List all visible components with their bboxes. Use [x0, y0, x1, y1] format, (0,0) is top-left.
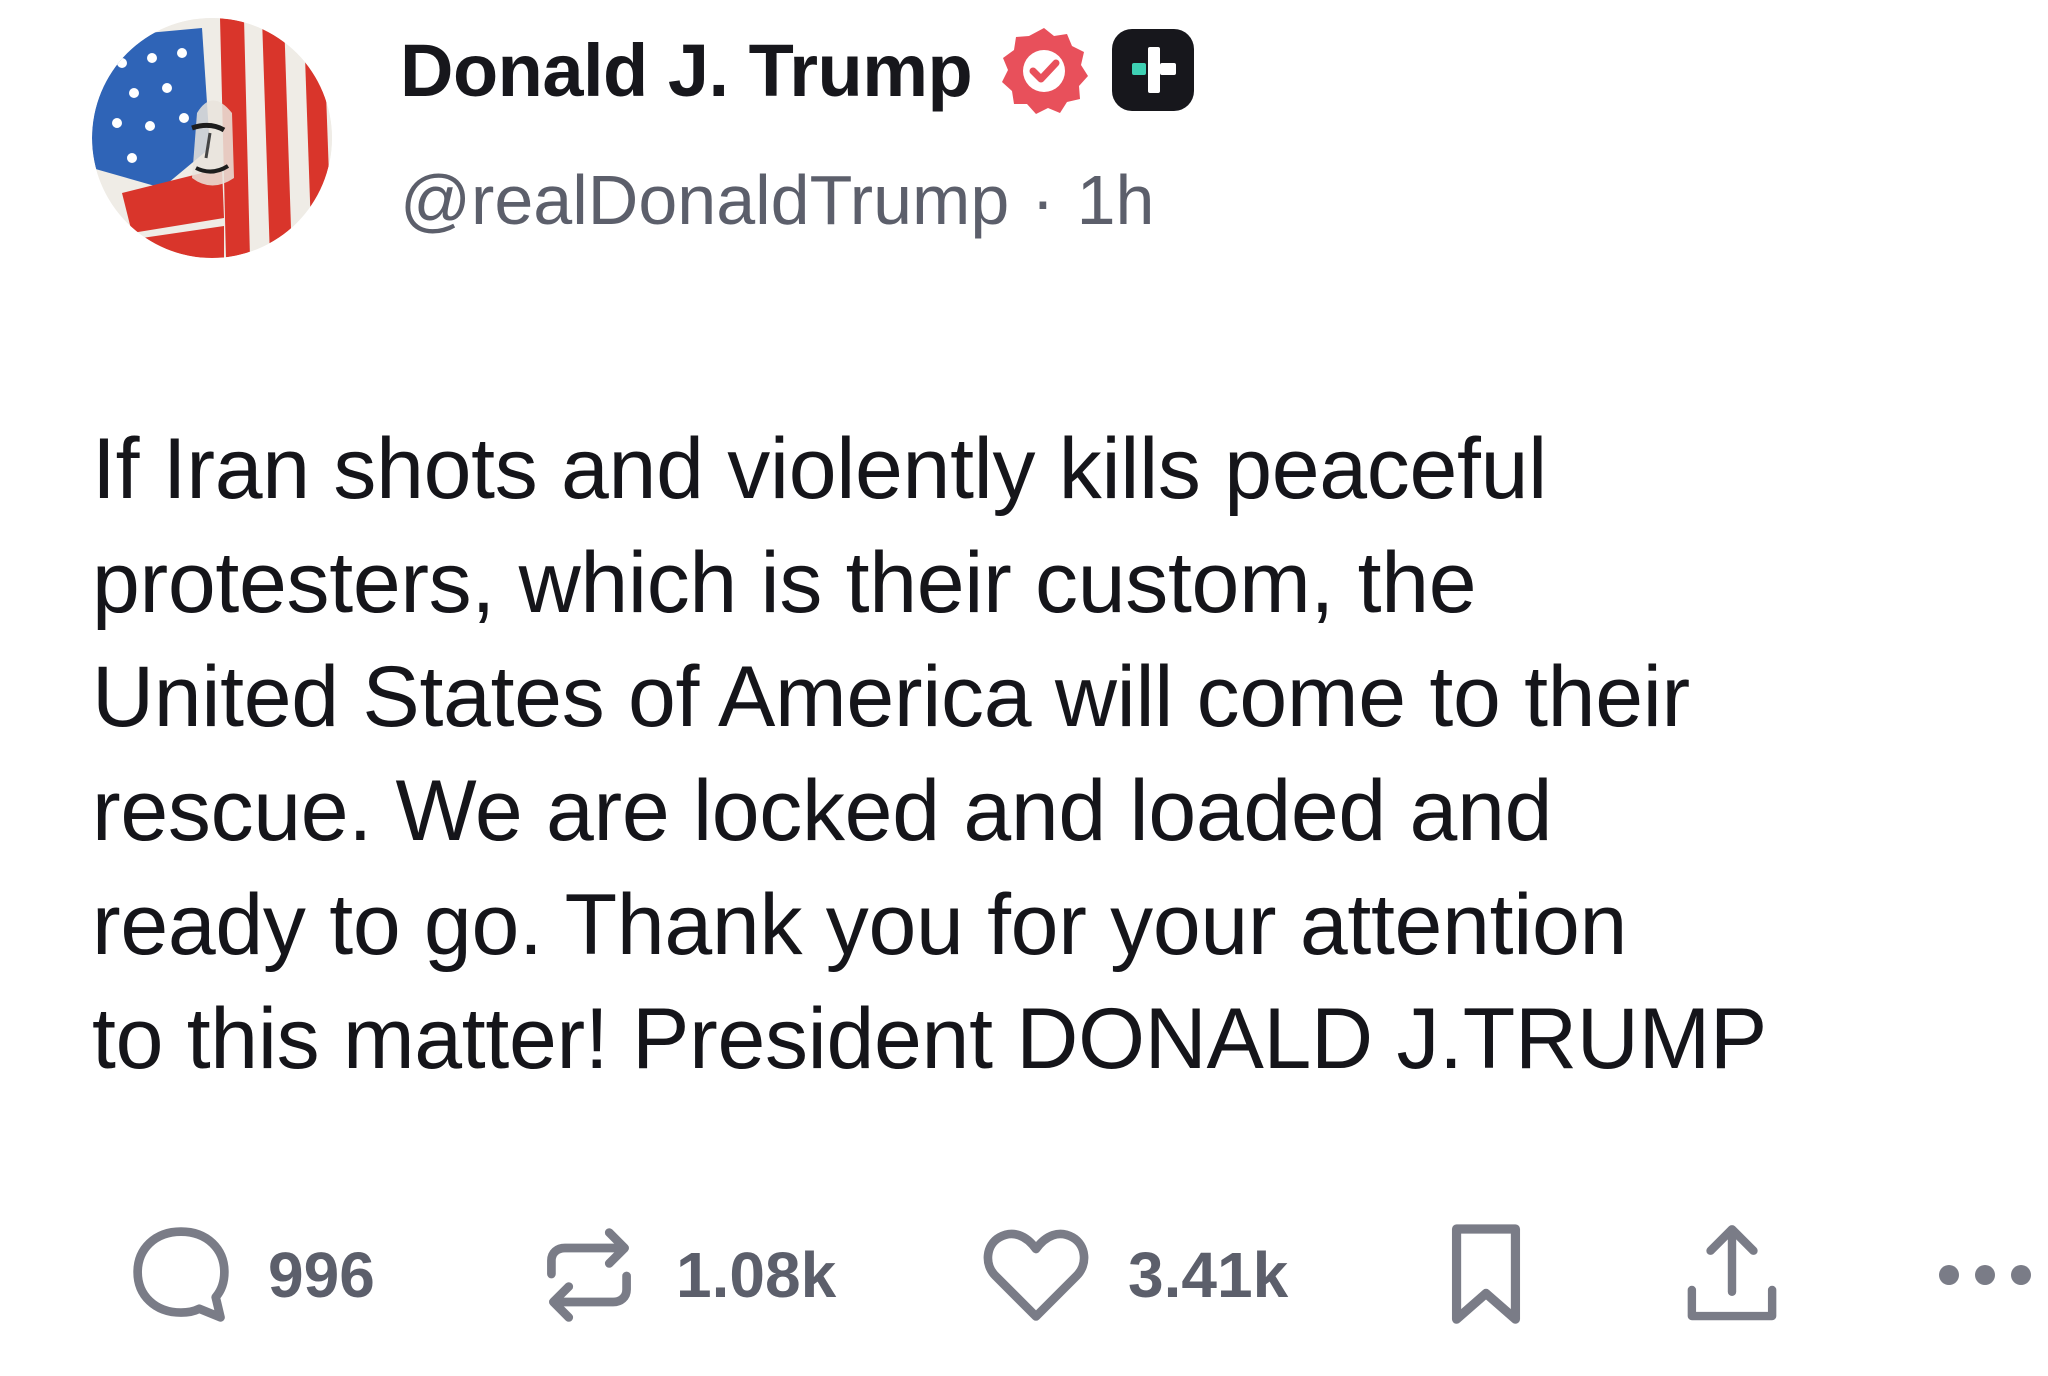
name-row: Donald J. Trump: [400, 22, 1196, 118]
share-button[interactable]: [1680, 1210, 1784, 1340]
timestamp[interactable]: 1h: [1077, 160, 1155, 240]
share-icon: [1687, 1225, 1777, 1321]
bookmark-icon: [1451, 1224, 1521, 1324]
post-card: Donald J. Trump @realDonaldTrump · 1h If…: [0, 0, 2048, 1376]
reply-button[interactable]: 996: [128, 1210, 375, 1340]
reply-count: 996: [268, 1239, 375, 1311]
more-icon: [1939, 1265, 2031, 1285]
display-name[interactable]: Donald J. Trump: [400, 28, 973, 113]
post-text: If Iran shots and violently kills peacef…: [92, 421, 1767, 1087]
meta-separator: ·: [1031, 161, 1055, 239]
handle[interactable]: @realDonaldTrump: [400, 160, 1009, 240]
plus-badge-icon: [1110, 27, 1196, 113]
avatar[interactable]: [92, 18, 332, 258]
action-bar: 996 1.08k 3.41k: [0, 1210, 2048, 1340]
repost-count: 1.08k: [676, 1239, 837, 1311]
avatar-image: [92, 18, 332, 258]
heart-icon: [983, 1229, 1089, 1321]
bookmark-button[interactable]: [1440, 1210, 1532, 1340]
more-button[interactable]: [1935, 1210, 2035, 1340]
like-count: 3.41k: [1128, 1239, 1289, 1311]
repost-button[interactable]: 1.08k: [536, 1210, 836, 1340]
repost-icon: [547, 1228, 631, 1322]
verified-check-icon: [998, 24, 1090, 116]
like-button[interactable]: 3.41k: [978, 1210, 1288, 1340]
post-header: Donald J. Trump @realDonaldTrump · 1h: [400, 22, 1196, 240]
meta-row: @realDonaldTrump · 1h: [400, 160, 1196, 240]
comment-icon: [133, 1227, 229, 1322]
